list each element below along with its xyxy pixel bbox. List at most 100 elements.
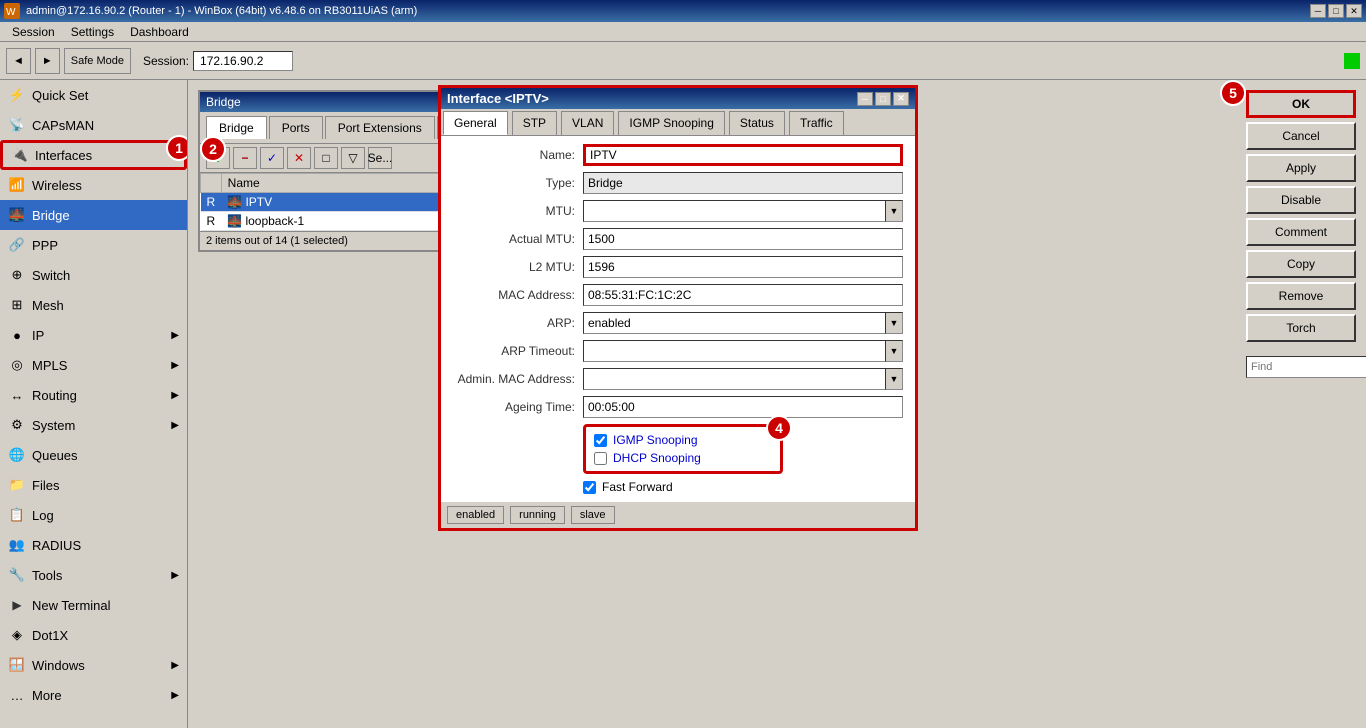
copy-item-button[interactable]: □ <box>314 147 338 169</box>
mac-address-input[interactable] <box>583 284 903 306</box>
name-input[interactable] <box>583 144 903 166</box>
mtu-input[interactable] <box>583 200 885 222</box>
interface-title: Interface <IPTV> <box>447 91 549 106</box>
arp-timeout-dropdown-btn[interactable]: ▼ <box>885 340 903 362</box>
name-field-row: Name: <box>453 144 903 166</box>
arp-timeout-row: ARP Timeout: ▼ <box>453 340 903 362</box>
tab-general[interactable]: General <box>443 111 508 135</box>
fast-forward-checkbox[interactable] <box>583 481 596 494</box>
tab-traffic[interactable]: Traffic <box>789 111 844 135</box>
cancel-button[interactable]: Cancel <box>1246 122 1356 150</box>
interface-dialog: Interface <IPTV> ─ □ ✕ General STP VLAN … <box>438 85 918 531</box>
sidebar-item-bridge[interactable]: 🌉 Bridge <box>0 200 187 230</box>
forward-button[interactable]: ► <box>35 48 60 74</box>
sidebar-item-system[interactable]: ⚙ System ▶ <box>0 410 187 440</box>
sidebar-item-switch[interactable]: ⊕ Switch <box>0 260 187 290</box>
bridge-tab-ports[interactable]: Ports <box>269 116 323 139</box>
mtu-dropdown-btn[interactable]: ▼ <box>885 200 903 222</box>
close-btn[interactable]: ✕ <box>1346 4 1362 18</box>
bridge-tab-port-extensions[interactable]: Port Extensions <box>325 116 435 139</box>
mtu-label: MTU: <box>453 204 583 218</box>
admin-mac-input[interactable] <box>583 368 885 390</box>
iface-minimize-btn[interactable]: ─ <box>857 92 873 106</box>
interfaces-icon: 🔌 <box>11 146 29 164</box>
tab-status[interactable]: Status <box>729 111 785 135</box>
interface-tabs: General STP VLAN IGMP Snooping Status Tr… <box>441 109 915 136</box>
sidebar-item-windows[interactable]: 🪟 Windows ▶ <box>0 650 187 680</box>
more-arrow: ▶ <box>171 690 179 701</box>
more-icon: … <box>8 686 26 704</box>
arp-timeout-label: ARP Timeout: <box>453 344 583 358</box>
tab-vlan[interactable]: VLAN <box>561 111 614 135</box>
arp-label: ARP: <box>453 316 583 330</box>
sidebar-item-log[interactable]: 📋 Log <box>0 500 187 530</box>
arp-dropdown-btn[interactable]: ▼ <box>885 312 903 334</box>
dot1x-icon: ◈ <box>8 626 26 644</box>
safe-mode-button[interactable]: Safe Mode <box>64 48 131 74</box>
status-slave: slave <box>571 506 615 524</box>
arp-timeout-input[interactable] <box>583 340 885 362</box>
enable-button[interactable]: ✓ <box>260 147 284 169</box>
admin-mac-dropdown-btn[interactable]: ▼ <box>885 368 903 390</box>
system-arrow: ▶ <box>171 420 179 431</box>
sidebar-item-tools[interactable]: 🔧 Tools ▶ <box>0 560 187 590</box>
menu-session[interactable]: Session <box>4 23 63 41</box>
remove-button[interactable]: Remove <box>1246 282 1356 310</box>
arp-input[interactable] <box>583 312 885 334</box>
sidebar-item-interfaces[interactable]: 🔌 Interfaces 1 <box>0 140 187 170</box>
sidebar-item-ppp[interactable]: 🔗 PPP <box>0 230 187 260</box>
tab-stp[interactable]: STP <box>512 111 557 135</box>
right-panel: 5 OK Cancel Apply Disable Comment Copy R… <box>1246 90 1356 378</box>
system-icon: ⚙ <box>8 416 26 434</box>
l2-mtu-row: L2 MTU: <box>453 256 903 278</box>
sidebar-item-ip[interactable]: ● IP ▶ <box>0 320 187 350</box>
type-input <box>583 172 903 194</box>
sidebar-item-quick-set[interactable]: ⚡ Quick Set <box>0 80 187 110</box>
ok-button[interactable]: OK <box>1246 90 1356 118</box>
arp-timeout-input-group: ▼ <box>583 340 903 362</box>
iface-close-btn[interactable]: ✕ <box>893 92 909 106</box>
mac-address-row: MAC Address: <box>453 284 903 306</box>
ageing-time-input[interactable] <box>583 396 903 418</box>
badge-1: 1 <box>166 135 188 161</box>
find-input[interactable] <box>1246 356 1366 378</box>
main-layout: ⚡ Quick Set 📡 CAPsMAN 🔌 Interfaces 1 📶 W… <box>0 80 1366 728</box>
sidebar-item-new-terminal[interactable]: ▶ New Terminal <box>0 590 187 620</box>
apply-button[interactable]: Apply <box>1246 154 1356 182</box>
minimize-btn[interactable]: ─ <box>1310 4 1326 18</box>
igmp-snooping-checkbox[interactable] <box>594 434 607 447</box>
windows-arrow: ▶ <box>171 660 179 671</box>
menu-settings[interactable]: Settings <box>63 23 122 41</box>
snooping-section: 4 IGMP Snooping DHCP Snooping <box>583 424 783 474</box>
menu-bar: Session Settings Dashboard <box>0 22 1366 42</box>
interface-footer: enabled running slave <box>441 502 915 528</box>
sidebar-item-capsman[interactable]: 📡 CAPsMAN <box>0 110 187 140</box>
maximize-btn[interactable]: □ <box>1328 4 1344 18</box>
disable-button[interactable]: Disable <box>1246 186 1356 214</box>
sidebar-item-dot1x[interactable]: ◈ Dot1X <box>0 620 187 650</box>
settings-button[interactable]: Se... <box>368 147 392 169</box>
sidebar-item-routing[interactable]: ↔ Routing ▶ <box>0 380 187 410</box>
sidebar-item-wireless[interactable]: 📶 Wireless <box>0 170 187 200</box>
session-value: 172.16.90.2 <box>193 51 293 71</box>
interface-dialog-titlebar: Interface <IPTV> ─ □ ✕ <box>441 88 915 109</box>
filter-button[interactable]: ▽ <box>341 147 365 169</box>
remove-button[interactable]: − <box>233 147 257 169</box>
dhcp-snooping-checkbox[interactable] <box>594 452 607 465</box>
sidebar-item-queues[interactable]: 🌐 Queues <box>0 440 187 470</box>
copy-button[interactable]: Copy <box>1246 250 1356 278</box>
disable-button[interactable]: ✕ <box>287 147 311 169</box>
tools-icon: 🔧 <box>8 566 26 584</box>
menu-dashboard[interactable]: Dashboard <box>122 23 197 41</box>
sidebar-item-more[interactable]: … More ▶ <box>0 680 187 710</box>
sidebar-item-mpls[interactable]: ◎ MPLS ▶ <box>0 350 187 380</box>
back-button[interactable]: ◄ <box>6 48 31 74</box>
sidebar-item-radius[interactable]: 👥 RADIUS <box>0 530 187 560</box>
igmp-snooping-label: IGMP Snooping <box>613 433 698 447</box>
sidebar-item-mesh[interactable]: ⊞ Mesh <box>0 290 187 320</box>
comment-button[interactable]: Comment <box>1246 218 1356 246</box>
iface-maximize-btn[interactable]: □ <box>875 92 891 106</box>
sidebar-item-files[interactable]: 📁 Files <box>0 470 187 500</box>
torch-button[interactable]: Torch <box>1246 314 1356 342</box>
tab-igmp-snooping[interactable]: IGMP Snooping <box>618 111 725 135</box>
